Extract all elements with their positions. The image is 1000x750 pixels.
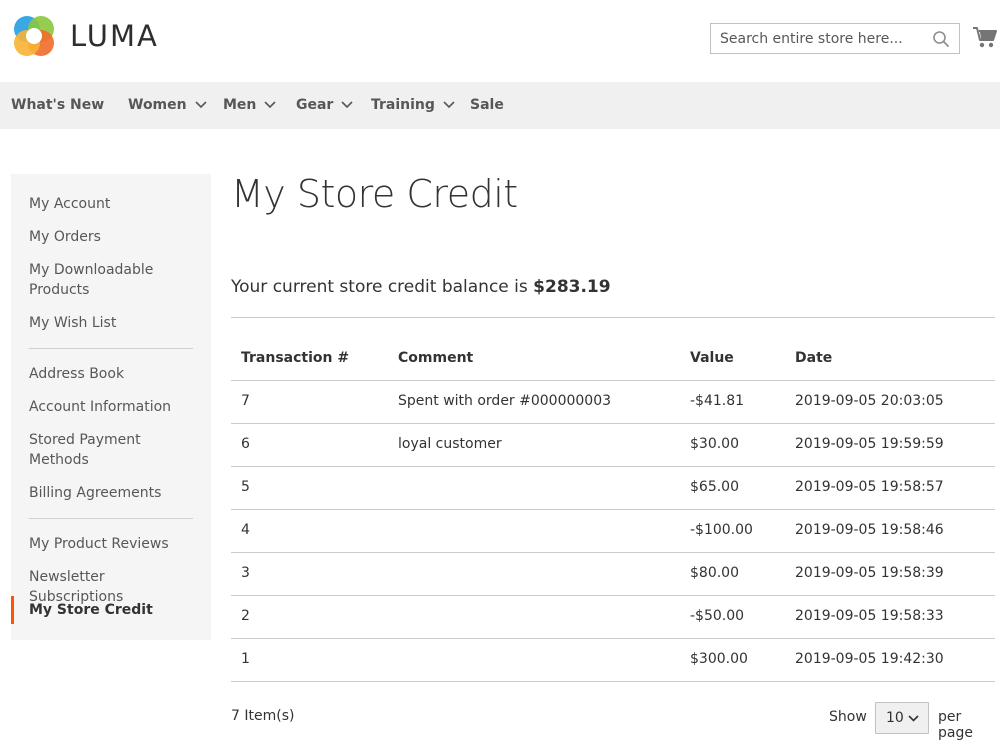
row-divider	[231, 638, 995, 639]
cell-transaction-id: 4	[241, 522, 250, 538]
balance-prefix: Your current store credit balance is	[231, 277, 534, 297]
cell-transaction-id: 1	[241, 651, 250, 667]
cell-transaction-id: 3	[241, 565, 250, 581]
sidebar-item-downloadable-products[interactable]: My Downloadable Products	[29, 260, 199, 300]
column-header-date: Date	[795, 350, 833, 366]
sidebar-divider	[29, 518, 193, 519]
cell-date: 2019-09-05 19:58:46	[795, 522, 944, 538]
active-indicator	[11, 596, 14, 624]
nav-item-men[interactable]: Men	[223, 97, 276, 113]
column-header-value: Value	[690, 350, 734, 366]
row-divider	[231, 681, 995, 682]
cell-transaction-id: 2	[241, 608, 250, 624]
page-title: My Store Credit	[231, 172, 518, 216]
row-divider	[231, 423, 995, 424]
sidebar-item-store-credit[interactable]: My Store Credit	[29, 600, 199, 620]
cell-date: 2019-09-05 19:42:30	[795, 651, 944, 667]
balance-amount: $283.19	[533, 277, 611, 297]
cell-comment: loyal customer	[398, 436, 502, 452]
sidebar-item-stored-payment-methods[interactable]: Stored Payment Methods	[29, 430, 159, 470]
sidebar-item-account-information[interactable]: Account Information	[29, 397, 199, 417]
cell-date: 2019-09-05 19:58:39	[795, 565, 944, 581]
cell-value: $30.00	[690, 436, 739, 452]
cell-transaction-id: 7	[241, 393, 250, 409]
chevron-down-icon	[195, 101, 207, 109]
nav-item-label: Men	[223, 97, 257, 113]
show-label: Show	[829, 709, 867, 725]
sidebar-item-billing-agreements[interactable]: Billing Agreements	[29, 483, 199, 503]
cell-value: -$41.81	[690, 393, 745, 409]
nav-item-sale[interactable]: Sale	[470, 97, 504, 113]
sidebar-divider	[29, 348, 193, 349]
cell-value: $65.00	[690, 479, 739, 495]
search-box	[710, 23, 960, 54]
nav-item-label: Sale	[470, 97, 504, 113]
sidebar-item-my-orders[interactable]: My Orders	[29, 227, 199, 247]
cell-value: $80.00	[690, 565, 739, 581]
nav-item-label: Gear	[296, 97, 334, 113]
row-divider	[231, 552, 995, 553]
nav-item-whats-new[interactable]: What's New	[11, 97, 104, 113]
table-header-divider	[231, 380, 995, 381]
search-input[interactable]	[711, 24, 926, 53]
chevron-down-icon	[341, 101, 353, 109]
sidebar-item-my-account[interactable]: My Account	[29, 194, 199, 214]
nav-item-label: Training	[371, 97, 435, 113]
row-divider	[231, 509, 995, 510]
account-sidebar: My Account My Orders My Downloadable Pro…	[11, 174, 211, 640]
chevron-down-icon	[908, 715, 919, 722]
nav-item-women[interactable]: Women	[128, 97, 207, 113]
cell-value: $300.00	[690, 651, 748, 667]
cell-transaction-id: 5	[241, 479, 250, 495]
item-count: 7 Item(s)	[231, 708, 295, 724]
cell-date: 2019-09-05 19:58:57	[795, 479, 944, 495]
nav-item-label: Women	[128, 97, 187, 113]
row-divider	[231, 595, 995, 596]
main-navigation: What's New Women Men Gear Training Sale	[0, 82, 1000, 129]
site-header: LUMA	[0, 0, 1000, 82]
cell-value: -$100.00	[690, 522, 753, 538]
per-page-value: 10	[886, 710, 904, 726]
credit-balance-text: Your current store credit balance is $28…	[231, 277, 611, 297]
chevron-down-icon	[264, 101, 276, 109]
cart-icon[interactable]	[972, 24, 998, 50]
cell-value: -$50.00	[690, 608, 745, 624]
cell-date: 2019-09-05 19:58:33	[795, 608, 944, 624]
cell-date: 2019-09-05 19:59:59	[795, 436, 944, 452]
cell-comment: Spent with order #000000003	[398, 393, 612, 409]
column-header-comment: Comment	[398, 350, 474, 366]
nav-item-gear[interactable]: Gear	[296, 97, 353, 113]
sidebar-item-product-reviews[interactable]: My Product Reviews	[29, 534, 199, 554]
row-divider	[231, 466, 995, 467]
sidebar-item-address-book[interactable]: Address Book	[29, 364, 199, 384]
chevron-down-icon	[443, 101, 455, 109]
cell-date: 2019-09-05 20:03:05	[795, 393, 944, 409]
divider	[231, 317, 995, 318]
sidebar-item-wish-list[interactable]: My Wish List	[29, 313, 199, 333]
nav-item-training[interactable]: Training	[371, 97, 455, 113]
nav-item-label: What's New	[11, 97, 105, 113]
column-header-transaction: Transaction #	[241, 350, 350, 366]
search-icon[interactable]	[932, 30, 950, 48]
per-page-label: per page	[938, 709, 973, 741]
cell-transaction-id: 6	[241, 436, 250, 452]
luma-logo-icon[interactable]	[12, 14, 56, 58]
per-page-select[interactable]: 10	[875, 702, 929, 734]
logo-text[interactable]: LUMA	[70, 19, 159, 53]
